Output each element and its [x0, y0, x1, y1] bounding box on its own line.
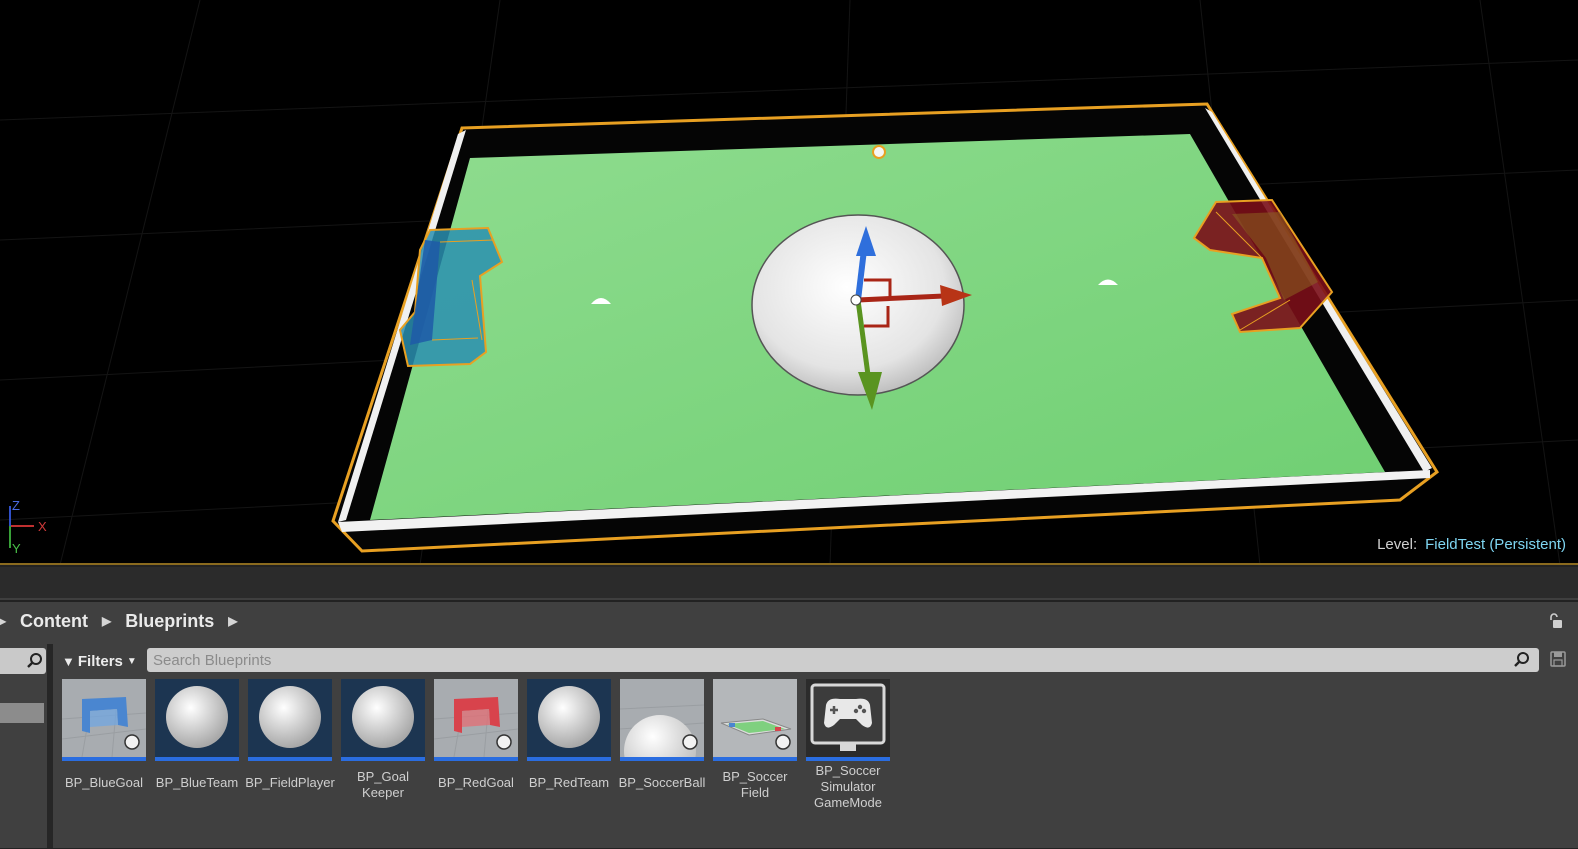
breadcrumb-blueprints[interactable]: Blueprints [117, 611, 222, 632]
asset-name: BP_RedGoal [438, 775, 514, 790]
asset-name: BP_RedTeam [528, 775, 610, 790]
asset-name: BP_FieldPlayer [245, 775, 335, 790]
asset-tile[interactable]: BP_Soccer Field [713, 679, 797, 849]
level-viewport[interactable]: X Z Y Level: FieldTest (Persistent) [0, 0, 1578, 565]
level-key: Level: [1377, 536, 1418, 553]
sphere-icon [155, 679, 239, 761]
asset-name: BP_Soccer Field [722, 769, 788, 800]
asset-tile[interactable]: BP_Soccer Simulator GameMode [806, 679, 890, 849]
asset-tile[interactable]: BP_BlueTeam [155, 679, 239, 849]
panel-divider[interactable] [47, 644, 53, 848]
asset-name: BP_Goal Keeper [356, 769, 410, 800]
scene-render[interactable] [0, 0, 1578, 565]
axis-x-label: X [38, 519, 47, 534]
content-browser: ▸ Content ▶ Blueprints ▶ ▼ Filters ▼ Sea… [0, 602, 1578, 848]
breadcrumb: ▸ Content ▶ Blueprints ▶ [0, 602, 1578, 640]
axis-indicator: X Z Y [9, 498, 47, 556]
search-box[interactable] [147, 648, 1539, 672]
breadcrumb-back-arrow-icon[interactable]: ▸ [0, 614, 12, 628]
lock-icon[interactable] [1546, 612, 1564, 630]
asset-tile[interactable]: BP_BlueGoal [62, 679, 146, 849]
search-input[interactable] [147, 648, 1539, 672]
asset-tile[interactable]: BP_RedTeam [527, 679, 611, 849]
filter-funnel-icon: ▼ [62, 653, 75, 669]
sphere-icon [248, 679, 332, 761]
level-indicator: Level: FieldTest (Persistent) [1377, 536, 1566, 553]
breadcrumb-chevron-icon[interactable]: ▶ [222, 614, 243, 628]
asset-name: BP_SoccerBall [618, 775, 706, 790]
search-icon [27, 653, 42, 668]
folder-tree-selected-item[interactable] [0, 703, 44, 723]
field-icon [713, 679, 797, 761]
breadcrumb-chevron-icon[interactable]: ▶ [96, 614, 117, 628]
chevron-down-icon: ▼ [126, 655, 137, 667]
asset-name: BP_BlueGoal [64, 775, 144, 790]
folder-search-input[interactable] [0, 648, 46, 674]
axis-y-label: Y [12, 541, 21, 556]
filters-button[interactable]: ▼ Filters ▼ [62, 648, 137, 674]
top-marker [872, 145, 886, 159]
red-goal-icon [434, 679, 518, 761]
panel-splitter[interactable] [0, 567, 1578, 600]
asset-tile[interactable]: BP_SoccerBall [619, 679, 705, 849]
asset-name: BP_BlueTeam [155, 775, 239, 790]
sphere-icon [341, 679, 425, 761]
blue-goal-icon [62, 679, 146, 761]
ball-icon [620, 679, 704, 761]
gamepad-icon [806, 679, 890, 761]
asset-tile[interactable]: BP_RedGoal [434, 679, 518, 849]
asset-tile[interactable]: BP_FieldPlayer [245, 679, 335, 849]
level-name: FieldTest (Persistent) [1425, 536, 1566, 553]
save-search-icon[interactable] [1550, 651, 1566, 667]
filters-label: Filters [77, 652, 123, 670]
breadcrumb-content[interactable]: Content [12, 611, 96, 632]
search-icon[interactable] [1513, 651, 1531, 669]
sphere-icon [527, 679, 611, 761]
axis-z-label: Z [12, 498, 20, 513]
asset-name: BP_Soccer Simulator GameMode [814, 763, 882, 810]
asset-tile[interactable]: BP_Goal Keeper [341, 679, 425, 849]
